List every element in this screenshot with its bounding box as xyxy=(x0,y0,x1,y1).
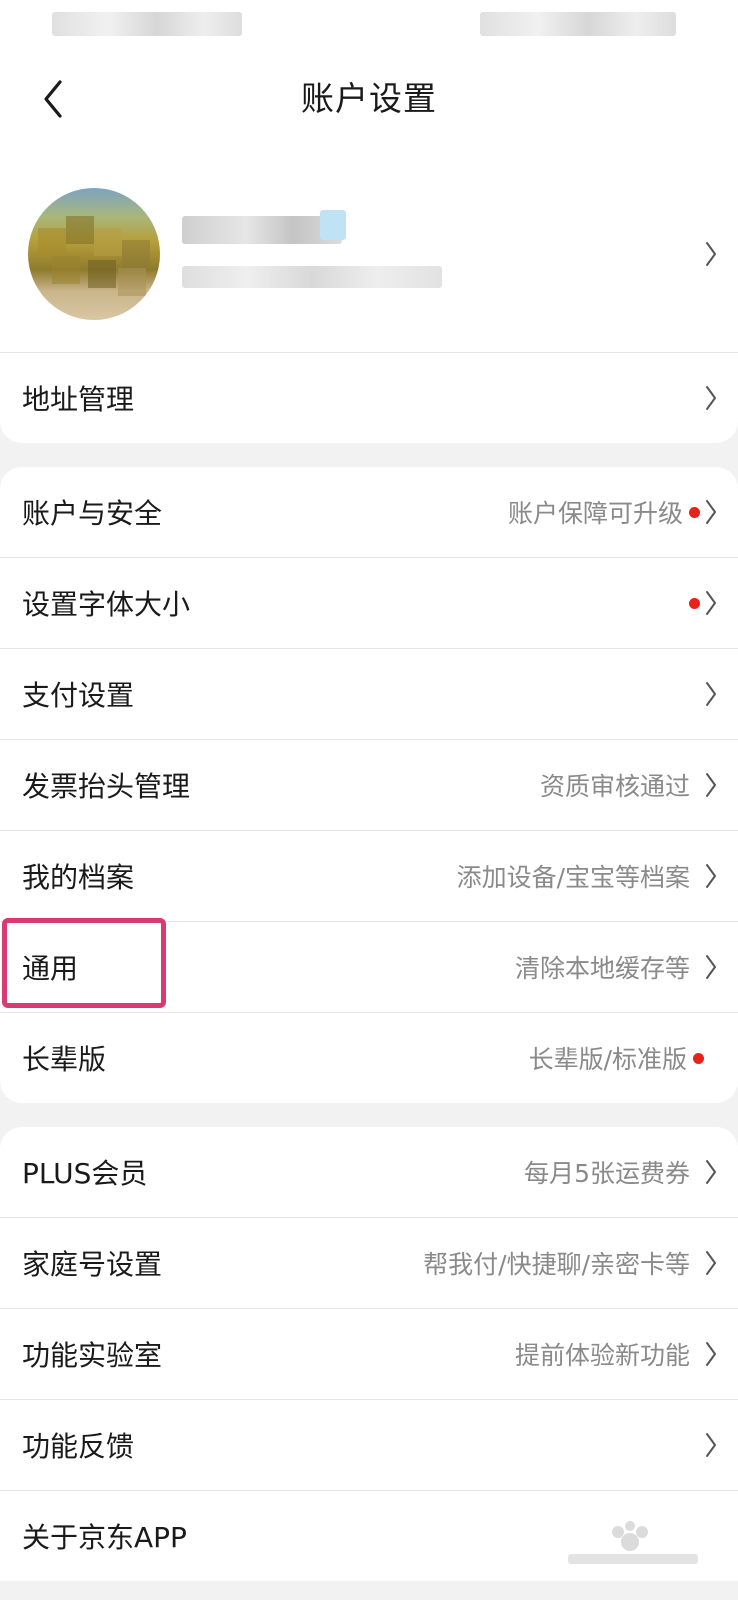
settings-row-account-security[interactable]: 账户与安全 账户保障可升级 xyxy=(0,467,738,558)
row-label: 功能实验室 xyxy=(22,1339,163,1372)
chevron-right-icon xyxy=(704,953,718,981)
settings-row-payment[interactable]: 支付设置 xyxy=(0,649,738,740)
chevron-right-icon xyxy=(704,589,718,617)
settings-row-invoice-title[interactable]: 发票抬头管理 资质审核通过 xyxy=(0,740,738,831)
chevron-right-icon xyxy=(704,1431,718,1459)
chevron-right-icon xyxy=(704,680,718,708)
notification-dot xyxy=(693,1052,704,1064)
settings-row-font-size[interactable]: 设置字体大小 xyxy=(0,558,738,649)
row-label: 长辈版 xyxy=(22,1043,107,1076)
row-value: 清除本地缓存等 xyxy=(514,954,690,983)
settings-row-feature-lab[interactable]: 功能实验室 提前体验新功能 xyxy=(0,1309,738,1400)
row-value: 长辈版/标准版 xyxy=(529,1013,704,1103)
row-label: 功能反馈 xyxy=(22,1430,135,1463)
status-bar xyxy=(0,0,738,46)
row-label: 我的档案 xyxy=(22,861,135,894)
row-label: PLUS会员 xyxy=(22,1157,148,1190)
settings-row-elder-mode[interactable]: 长辈版 长辈版/标准版 xyxy=(0,1013,738,1103)
row-value-text: 长辈版/标准版 xyxy=(528,1045,687,1074)
settings-row-address[interactable]: 地址管理 xyxy=(0,353,738,443)
chevron-right-icon xyxy=(704,498,718,526)
row-value: 帮我付/快捷聊/亲密卡等 xyxy=(423,1250,690,1279)
settings-row-my-profile[interactable]: 我的档案 添加设备/宝宝等档案 xyxy=(0,831,738,922)
nav-bar: 账户设置 xyxy=(0,46,738,156)
chevron-right-icon xyxy=(704,771,718,799)
chevron-right-icon xyxy=(704,1340,718,1368)
row-value: 添加设备/宝宝等档案 xyxy=(456,863,690,892)
row-value: 每月5张运费券 xyxy=(524,1159,690,1188)
row-label: 通用 xyxy=(22,952,79,985)
row-value-text: 账户保障可升级 xyxy=(507,499,683,528)
status-bar-left-blurred xyxy=(52,12,242,36)
row-label: 支付设置 xyxy=(22,679,135,712)
settings-row-general[interactable]: 通用 清除本地缓存等 xyxy=(0,922,738,1013)
settings-row-plus-member[interactable]: PLUS会员 每月5张运费券 xyxy=(0,1127,738,1218)
row-label: 家庭号设置 xyxy=(22,1248,163,1281)
username-blurred xyxy=(182,216,342,244)
member-badge-blurred xyxy=(320,210,346,240)
notification-dot xyxy=(689,597,700,609)
account-info-blurred xyxy=(182,266,442,288)
settings-row-feedback[interactable]: 功能反馈 xyxy=(0,1400,738,1491)
chevron-right-icon xyxy=(704,384,718,412)
chevron-right-icon xyxy=(704,1249,718,1277)
row-label: 设置字体大小 xyxy=(22,588,191,621)
account-settings-group: 账户与安全 账户保障可升级 设置字体大小 支付设置 发票抬头管理 资质审核通过 … xyxy=(0,467,738,1103)
row-label: 发票抬头管理 xyxy=(22,770,191,803)
row-label: 地址管理 xyxy=(22,383,135,416)
row-value: 账户保障可升级 xyxy=(508,467,700,557)
row-value: 资质审核通过 xyxy=(539,772,690,801)
address-group: 地址管理 xyxy=(0,353,738,443)
notification-dot xyxy=(689,506,700,518)
row-label: 关于京东APP xyxy=(22,1521,187,1554)
row-value: 提前体验新功能 xyxy=(514,1341,690,1370)
chevron-right-icon xyxy=(704,862,718,890)
avatar xyxy=(28,188,160,320)
more-settings-group: PLUS会员 每月5张运费券 家庭号设置 帮我付/快捷聊/亲密卡等 功能实验室 … xyxy=(0,1127,738,1581)
settings-row-family-account[interactable]: 家庭号设置 帮我付/快捷聊/亲密卡等 xyxy=(0,1218,738,1309)
watermark-logo xyxy=(568,1521,698,1564)
row-value xyxy=(683,558,700,648)
status-bar-right-blurred xyxy=(480,12,676,36)
chevron-right-icon xyxy=(704,240,718,268)
profile-card[interactable] xyxy=(0,156,738,353)
page-title: 账户设置 xyxy=(301,79,437,118)
row-label: 账户与安全 xyxy=(22,497,163,530)
chevron-right-icon xyxy=(704,1158,718,1186)
